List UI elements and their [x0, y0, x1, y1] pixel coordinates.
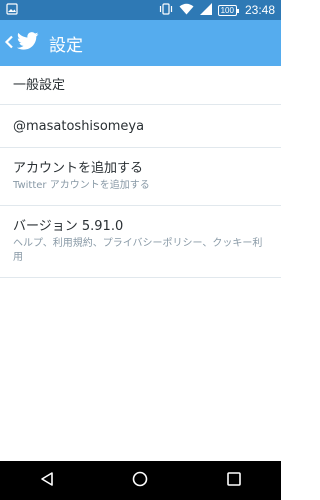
settings-item-account[interactable]: @masatoshisomeya: [0, 105, 281, 148]
settings-item-title: アカウントを追加する: [13, 161, 144, 176]
signal-icon: [199, 2, 212, 18]
nav-recents-button[interactable]: [214, 461, 254, 500]
back-arrow-icon: [4, 34, 14, 53]
settings-item-add-account[interactable]: アカウントを追加する Twitter アカウントを追加する: [0, 148, 281, 206]
status-bar: 100 23:48: [0, 0, 281, 20]
settings-item-subtitle: Twitter アカウントを追加する: [13, 180, 150, 191]
nav-home-button[interactable]: [120, 461, 160, 500]
clock: 23:48: [244, 3, 275, 17]
settings-list: 一般設定 @masatoshisomeya アカウントを追加する Twitter…: [0, 66, 281, 278]
app-bar: 設定: [0, 20, 281, 66]
back-icon: [39, 471, 55, 491]
battery-icon: 100: [217, 4, 240, 16]
settings-item-title: @masatoshisomeya: [13, 118, 145, 134]
nav-back-button[interactable]: [27, 461, 67, 500]
twitter-bird-icon: [16, 32, 39, 54]
vibrate-icon: [159, 2, 173, 18]
settings-item-title: 一般設定: [13, 77, 66, 93]
settings-item-title: バージョン 5.91.0: [13, 219, 124, 234]
navigation-bar: [0, 461, 281, 500]
settings-item-general[interactable]: 一般設定: [0, 66, 281, 105]
home-icon: [132, 471, 148, 491]
settings-item-subtitle: ヘルプ、利用規約、プライバシーポリシー、クッキー利用: [13, 238, 263, 263]
wifi-icon: [179, 3, 194, 18]
page-title: 設定: [49, 35, 83, 56]
settings-item-version[interactable]: バージョン 5.91.0 ヘルプ、利用規約、プライバシーポリシー、クッキー利用: [0, 206, 281, 278]
image-notification-icon: [6, 3, 18, 18]
recents-icon: [226, 471, 242, 491]
back-button[interactable]: [0, 20, 39, 66]
